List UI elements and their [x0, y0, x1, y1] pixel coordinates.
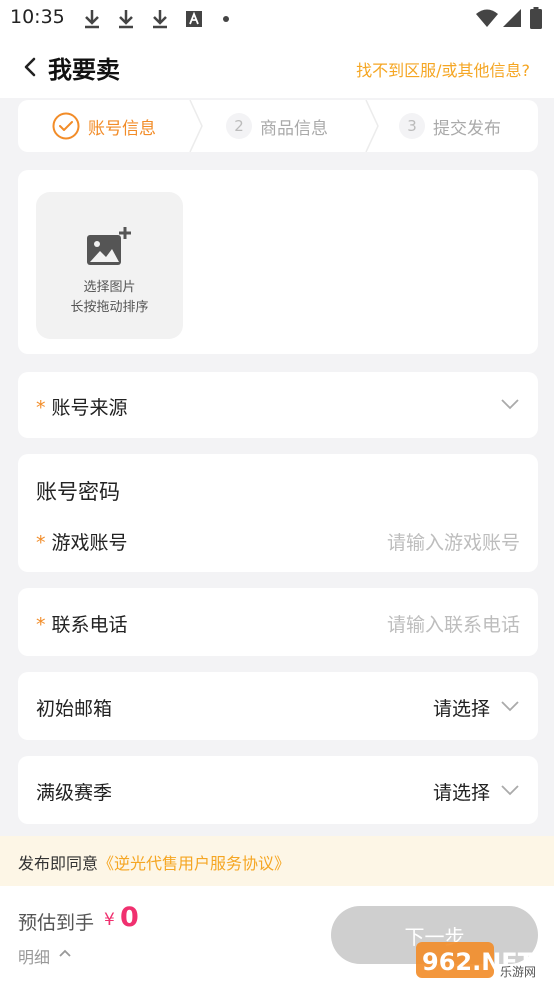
game-account-label: * 游戏账号 [36, 532, 128, 554]
status-time: 10:35 [10, 6, 65, 28]
step-account-info: 账号信息 [52, 100, 156, 152]
header: 我要卖 找不到区服/或其他信息? [0, 36, 554, 98]
step-separator-icon [365, 100, 379, 152]
add-image-icon [87, 227, 131, 265]
check-circle-icon [52, 112, 80, 140]
account-source-field[interactable]: * 账号来源 [18, 372, 538, 438]
account-password-card: 账号密码 * 游戏账号 请输入游戏账号 [18, 454, 538, 572]
step-submit: 3 提交发布 [399, 100, 501, 152]
game-account-input[interactable]: 请输入游戏账号 [387, 528, 520, 555]
initial-email-label: 初始邮箱 [36, 698, 113, 720]
upload-hint-line1: 选择图片 [83, 280, 136, 295]
step-label: 账号信息 [88, 118, 156, 139]
watermark-subtext: 乐游网 [500, 965, 536, 979]
currency-symbol: ¥ [104, 910, 115, 930]
download-icon [153, 10, 167, 29]
step-indicator: 账号信息 2 商品信息 3 提交发布 [18, 100, 538, 152]
more-dot-icon [223, 16, 229, 22]
image-upload-card: 选择图片 长按拖动排序 [18, 170, 538, 354]
image-upload-button[interactable]: 选择图片 长按拖动排序 [36, 192, 183, 339]
estimate-amount: 0 [120, 902, 139, 933]
agreement-bar: 发布即同意《逆光代售用户服务协议》 [0, 836, 554, 886]
download-icon [119, 10, 133, 29]
chevron-down-icon [501, 701, 519, 712]
upload-hint-line2: 长按拖动排序 [70, 300, 149, 315]
help-link[interactable]: 找不到区服/或其他信息? [356, 57, 530, 81]
agreement-link[interactable]: 《逆光代售用户服务协议》 [98, 854, 290, 873]
max-season-field[interactable]: 满级赛季 请选择 [18, 756, 538, 824]
required-mark: * [36, 614, 46, 636]
step-label: 提交发布 [433, 118, 501, 139]
max-season-label: 满级赛季 [36, 782, 113, 804]
chevron-up-icon[interactable] [58, 948, 72, 958]
step-number: 2 [226, 113, 252, 139]
back-arrow-icon[interactable] [18, 54, 44, 80]
contact-phone-input[interactable]: 请输入联系电话 [387, 610, 520, 637]
step-goods-info: 2 商品信息 [226, 100, 328, 152]
agreement-text: 发布即同意《逆光代售用户服务协议》 [18, 854, 291, 873]
page-title: 我要卖 [48, 56, 120, 84]
chevron-down-icon [501, 399, 519, 410]
detail-toggle[interactable]: 明细 [18, 944, 50, 968]
estimate-label: 预估到手 [18, 912, 95, 934]
download-icon [85, 10, 99, 29]
step-number: 3 [399, 113, 425, 139]
section-title: 账号密码 [36, 480, 120, 504]
initial-email-select[interactable]: 请选择 [433, 694, 490, 721]
contact-phone-label: * 联系电话 [36, 614, 128, 636]
step-label: 商品信息 [260, 118, 328, 139]
required-mark: * [36, 397, 46, 419]
battery-icon [530, 7, 542, 29]
max-season-select[interactable]: 请选择 [433, 778, 490, 805]
step-separator-icon [189, 100, 203, 152]
chevron-down-icon [501, 785, 519, 796]
app-notification-icon [186, 11, 202, 27]
initial-email-field[interactable]: 初始邮箱 请选择 [18, 672, 538, 740]
watermark-logo: 962.NET 乐游网 [416, 942, 536, 979]
required-mark: * [36, 532, 46, 554]
signal-icon [503, 9, 521, 27]
contact-phone-card: * 联系电话 请输入联系电话 [18, 588, 538, 656]
wifi-icon [476, 9, 498, 27]
account-source-label: * 账号来源 [36, 397, 128, 419]
status-bar: 10:35 [0, 0, 554, 36]
